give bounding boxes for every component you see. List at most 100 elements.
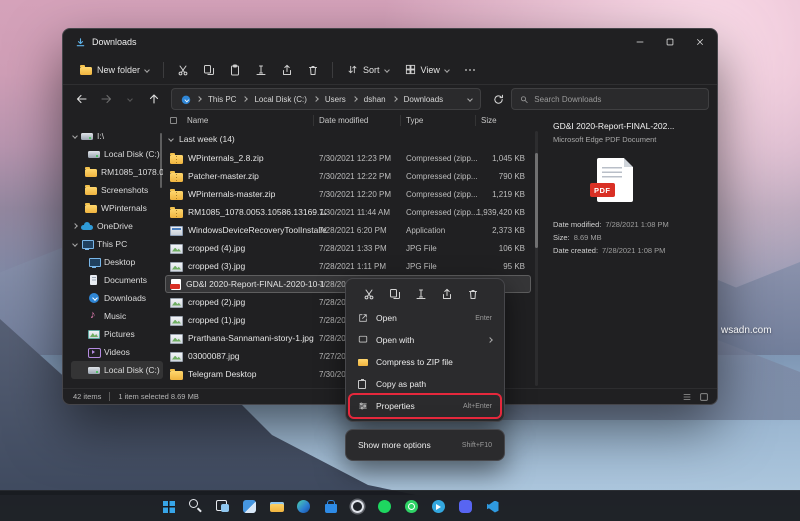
- sidebar-item-i-drive[interactable]: I:\: [71, 127, 163, 145]
- column-divider[interactable]: [313, 115, 314, 126]
- context-item-properties[interactable]: Properties Alt+Enter: [350, 395, 500, 417]
- sidebar-item-desktop[interactable]: Desktop: [71, 253, 163, 271]
- paste-button[interactable]: [223, 59, 247, 81]
- cut-button[interactable]: [171, 59, 195, 81]
- view-button[interactable]: View: [398, 60, 456, 79]
- group-header-last-week[interactable]: Last week (14): [169, 131, 235, 147]
- context-item-show-more-options[interactable]: Show more options Shift+F10: [350, 434, 500, 456]
- rename-icon[interactable]: [415, 288, 427, 300]
- whatsapp-icon[interactable]: [399, 494, 424, 519]
- task-view-icon[interactable]: [210, 494, 235, 519]
- forward-button[interactable]: [95, 88, 117, 110]
- recent-locations-button[interactable]: [119, 88, 141, 110]
- copy-icon[interactable]: [389, 288, 401, 300]
- file-row[interactable]: WPinternals_2.8.zip7/30/2021 12:23 PMCom…: [165, 149, 531, 167]
- onedrive-cloud-icon: [81, 221, 93, 232]
- start-button-icon[interactable]: [156, 494, 181, 519]
- taskbar-search-icon[interactable]: [183, 494, 208, 519]
- pdf-preview-icon: PDF: [597, 158, 633, 202]
- sidebar-item-pictures[interactable]: Pictures: [71, 325, 163, 343]
- breadcrumb-item-this-pc[interactable]: This PC: [206, 94, 238, 105]
- sidebar-item-wpinternals[interactable]: WPinternals: [71, 199, 163, 217]
- column-headers: Name Date modified Type Size: [163, 113, 531, 129]
- context-item-open[interactable]: Open Enter: [350, 307, 500, 329]
- large-icons-view-icon[interactable]: [699, 392, 709, 402]
- file-row[interactable]: WPinternals-master.zip7/30/2021 12:20 PM…: [165, 185, 531, 203]
- cut-icon[interactable]: [363, 288, 375, 300]
- details-view-icon[interactable]: [682, 392, 692, 402]
- column-divider[interactable]: [400, 115, 401, 126]
- maximize-button[interactable]: [655, 29, 685, 55]
- titlebar[interactable]: Downloads: [63, 29, 717, 55]
- sidebar-item-this-pc[interactable]: This PC: [71, 235, 163, 253]
- column-header-type[interactable]: Type: [406, 116, 423, 125]
- context-item-open-with[interactable]: Open with: [350, 329, 500, 351]
- spotify-icon[interactable]: [372, 494, 397, 519]
- telegram-icon[interactable]: [426, 494, 451, 519]
- jpg-file-icon: [170, 352, 183, 362]
- sidebar-item-local-disk-c[interactable]: Local Disk (C:): [71, 145, 163, 163]
- close-button[interactable]: [685, 29, 715, 55]
- select-all-checkbox[interactable]: [170, 117, 177, 124]
- sidebar-item-music[interactable]: Music: [71, 307, 163, 325]
- back-button[interactable]: [71, 88, 93, 110]
- delete-button[interactable]: [301, 59, 325, 81]
- sidebar-scrollbar[interactable]: [160, 133, 162, 188]
- search-box[interactable]: [511, 88, 709, 110]
- sidebar-item-local-disk-c-2[interactable]: Local Disk (C:): [71, 361, 163, 379]
- sort-button[interactable]: Sort: [340, 60, 396, 79]
- folder-icon: [85, 169, 97, 177]
- file-row[interactable]: Patcher-master.zip7/30/2021 12:22 PMComp…: [165, 167, 531, 185]
- widgets-icon[interactable]: [237, 494, 262, 519]
- more-options-button[interactable]: [458, 59, 482, 81]
- sidebar-item-rm1085[interactable]: RM1085_1078.0...: [71, 163, 163, 181]
- sort-icon: [347, 64, 358, 75]
- refresh-button[interactable]: [487, 88, 509, 110]
- context-item-copy-as-path[interactable]: Copy as path: [350, 373, 500, 395]
- sidebar-item-downloads[interactable]: Downloads: [71, 289, 163, 307]
- column-header-name[interactable]: Name: [187, 116, 208, 125]
- view-grid-icon: [405, 64, 416, 75]
- context-item-compress-zip[interactable]: Compress to ZIP file: [350, 351, 500, 373]
- search-input[interactable]: [534, 95, 700, 104]
- sidebar-item-onedrive[interactable]: OneDrive: [71, 217, 163, 235]
- address-dropdown-icon[interactable]: [467, 96, 473, 102]
- breadcrumb[interactable]: This PC Local Disk (C:) Users dshan Down…: [171, 88, 481, 110]
- delete-icon[interactable]: [467, 288, 479, 300]
- microsoft-store-icon[interactable]: [318, 494, 343, 519]
- up-button[interactable]: [143, 88, 165, 110]
- discord-icon[interactable]: [453, 494, 478, 519]
- file-list-scrollbar-thumb[interactable]: [535, 153, 538, 248]
- breadcrumb-item-users[interactable]: Users: [323, 94, 348, 105]
- column-divider[interactable]: [475, 115, 476, 126]
- breadcrumb-item-dshan[interactable]: dshan: [362, 94, 388, 105]
- sidebar-item-videos[interactable]: Videos: [71, 343, 163, 361]
- search-icon: [520, 95, 528, 104]
- view-toggles: [682, 392, 709, 402]
- edge-browser-icon[interactable]: [291, 494, 316, 519]
- column-header-date[interactable]: Date modified: [319, 116, 368, 125]
- new-folder-button[interactable]: New folder: [73, 61, 156, 79]
- preview-details: Date modified:7/28/2021 1:08 PM Size:8.6…: [553, 220, 707, 255]
- minimize-button[interactable]: [625, 29, 655, 55]
- sidebar-item-screenshots[interactable]: Screenshots: [71, 181, 163, 199]
- rename-button[interactable]: [249, 59, 273, 81]
- share-icon[interactable]: [441, 288, 453, 300]
- copy-button[interactable]: [197, 59, 221, 81]
- share-button[interactable]: [275, 59, 299, 81]
- breadcrumb-item-local-disk[interactable]: Local Disk (C:): [252, 94, 308, 105]
- sidebar-item-documents[interactable]: Documents: [71, 271, 163, 289]
- desktop: wsadn.com Downloads New folder: [0, 0, 800, 521]
- file-explorer-icon[interactable]: [264, 494, 289, 519]
- file-row[interactable]: RM1085_1078.0053.10586.13169.12742...7/3…: [165, 203, 531, 221]
- chevron-down-icon: [144, 67, 150, 73]
- settings-gear-icon[interactable]: [345, 494, 370, 519]
- vscode-icon[interactable]: [480, 494, 505, 519]
- file-row[interactable]: cropped (3).jpg7/28/2021 1:11 PMJPG File…: [165, 257, 531, 275]
- file-row[interactable]: WindowsDeviceRecoveryToolInstaller (...7…: [165, 221, 531, 239]
- file-row[interactable]: cropped (4).jpg7/28/2021 1:33 PMJPG File…: [165, 239, 531, 257]
- chevron-down-icon: [444, 67, 450, 73]
- context-menu-more-panel: Show more options Shift+F10: [345, 429, 505, 461]
- column-header-size[interactable]: Size: [481, 116, 497, 125]
- breadcrumb-item-downloads[interactable]: Downloads: [402, 94, 446, 105]
